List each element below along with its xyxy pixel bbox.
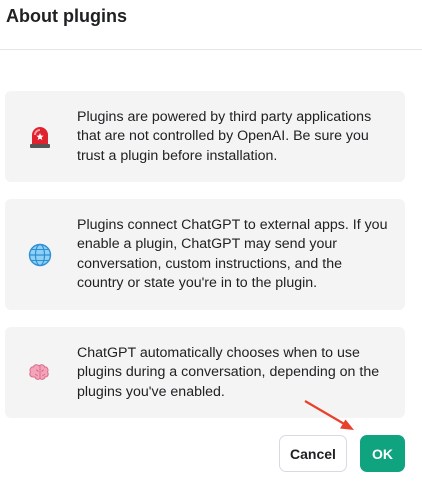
ok-button[interactable]: OK: [360, 435, 405, 472]
info-card-auto-choose: ChatGPT automatically chooses when to us…: [5, 327, 405, 418]
dialog-title: About plugins: [6, 6, 127, 26]
info-card-text: Plugins connect ChatGPT to external apps…: [77, 217, 388, 292]
siren-icon: [30, 127, 50, 148]
info-card-external-apps: Plugins connect ChatGPT to external apps…: [5, 199, 405, 310]
info-card-third-party: Plugins are powered by third party appli…: [5, 91, 405, 182]
info-card-text: Plugins are powered by third party appli…: [77, 109, 372, 164]
brain-icon: [29, 364, 49, 380]
info-card-text: ChatGPT automatically chooses when to us…: [77, 345, 380, 400]
dialog-header: About plugins: [0, 0, 422, 50]
globe-icon: [28, 243, 52, 267]
cancel-button[interactable]: Cancel: [279, 435, 347, 472]
